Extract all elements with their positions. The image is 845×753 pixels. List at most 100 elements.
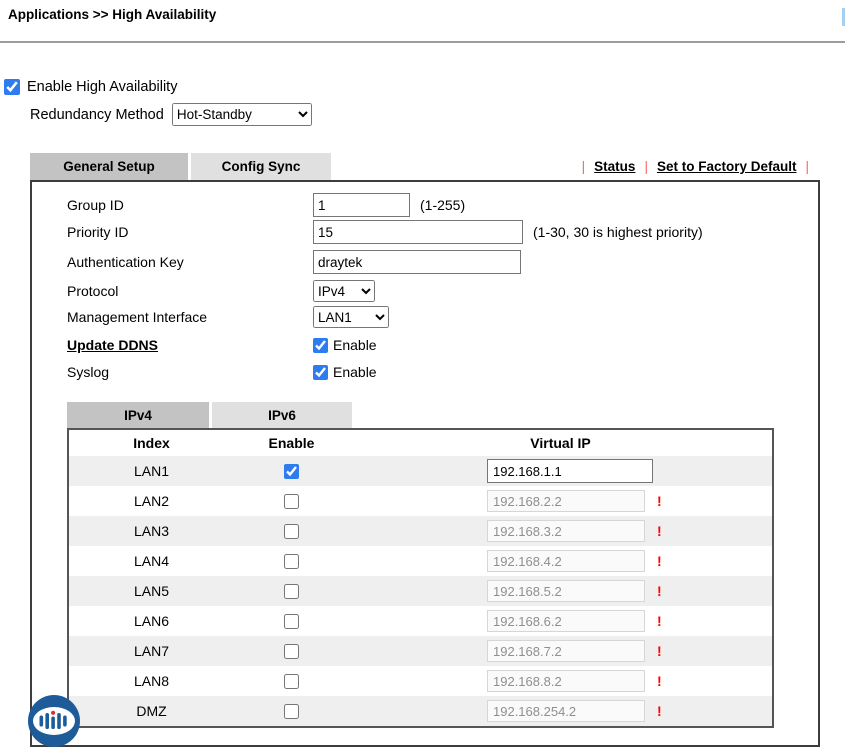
warning-mark: ! (657, 673, 662, 689)
syslog-label: Syslog (67, 364, 313, 380)
row-index-label: LAN4 (69, 546, 234, 576)
warning-mark: ! (657, 523, 662, 539)
table-row: DMZ! (69, 696, 772, 726)
row-enable-checkbox[interactable] (284, 674, 299, 689)
row-enable-checkbox[interactable] (284, 524, 299, 539)
tab-config-sync[interactable]: Config Sync (191, 153, 331, 180)
header-enable: Enable (234, 430, 349, 456)
syslog-enable-label: Enable (333, 364, 377, 380)
virtual-ip-input (487, 490, 645, 512)
row-enable-cell (234, 606, 349, 636)
table-row: LAN7! (69, 636, 772, 666)
row-enable-cell (234, 666, 349, 696)
row-enable-cell (234, 486, 349, 516)
pipe-separator: | (582, 159, 586, 174)
row-virtual-ip-cell: ! (349, 636, 772, 666)
virtual-ip-input (487, 610, 645, 632)
group-id-hint: (1-255) (420, 197, 465, 213)
management-interface-select[interactable]: LAN1 (313, 306, 389, 328)
virtual-ip-input[interactable] (487, 459, 653, 483)
row-virtual-ip-cell: ! (349, 696, 772, 726)
enable-high-availability-label: Enable High Availability (27, 79, 177, 95)
warning-mark: ! (657, 703, 662, 719)
warning-mark: ! (657, 553, 662, 569)
virtual-ip-input (487, 670, 645, 692)
update-ddns-enable-checkbox[interactable] (313, 338, 328, 353)
tab-general-setup[interactable]: General Setup (30, 153, 188, 180)
quick-links: | Status | Set to Factory Default | (573, 153, 818, 180)
group-id-label: Group ID (67, 197, 313, 213)
virtual-ip-input (487, 700, 645, 722)
group-id-input[interactable] (313, 193, 410, 217)
row-virtual-ip-cell: ! (349, 606, 772, 636)
virtual-ip-table: Index Enable Virtual IP LAN1LAN2!LAN3!LA… (67, 428, 774, 728)
row-enable-checkbox[interactable] (284, 494, 299, 509)
table-row: LAN8! (69, 666, 772, 696)
priority-id-label: Priority ID (67, 224, 313, 240)
row-index-label: LAN8 (69, 666, 234, 696)
virtual-ip-input (487, 520, 645, 542)
row-enable-checkbox[interactable] (284, 464, 299, 479)
virtual-ip-table-body: LAN1LAN2!LAN3!LAN4!LAN5!LAN6!LAN7!LAN8!D… (69, 456, 772, 726)
header-index: Index (69, 430, 234, 456)
row-enable-checkbox[interactable] (284, 614, 299, 629)
virtual-ip-table-header: Index Enable Virtual IP (69, 430, 772, 456)
row-virtual-ip-cell: ! (349, 576, 772, 606)
management-interface-label: Management Interface (67, 309, 313, 325)
pipe-separator: | (805, 159, 809, 174)
syslog-enable-checkbox[interactable] (313, 365, 328, 380)
row-virtual-ip-cell: ! (349, 486, 772, 516)
virtual-ip-input (487, 550, 645, 572)
row-enable-cell (234, 696, 349, 726)
row-index-label: LAN6 (69, 606, 234, 636)
row-enable-cell (234, 546, 349, 576)
tab-ipv4[interactable]: IPv4 (67, 402, 209, 428)
page: Applications >> High Availability Enable… (0, 0, 845, 753)
draytek-logo-icon (27, 694, 81, 748)
row-enable-cell (234, 576, 349, 606)
row-enable-checkbox[interactable] (284, 704, 299, 719)
row-virtual-ip-cell: ! (349, 666, 772, 696)
row-virtual-ip-cell: ! (349, 516, 772, 546)
virtual-ip-input (487, 580, 645, 602)
row-index-label: LAN5 (69, 576, 234, 606)
row-enable-checkbox[interactable] (284, 644, 299, 659)
row-index-label: DMZ (69, 696, 234, 726)
priority-id-hint: (1-30, 30 is highest priority) (533, 224, 703, 240)
table-row: LAN1 (69, 456, 772, 486)
update-ddns-link[interactable]: Update DDNS (67, 337, 313, 353)
breadcrumb: Applications >> High Availability (8, 7, 216, 22)
table-row: LAN6! (69, 606, 772, 636)
row-enable-cell (234, 516, 349, 546)
table-row: LAN2! (69, 486, 772, 516)
status-link[interactable]: Status (594, 159, 635, 174)
set-to-factory-default-link[interactable]: Set to Factory Default (657, 159, 797, 174)
authentication-key-label: Authentication Key (67, 254, 313, 270)
tab-ipv6[interactable]: IPv6 (212, 402, 352, 428)
table-row: LAN3! (69, 516, 772, 546)
redundancy-method-select[interactable]: Hot-Standby (172, 103, 312, 126)
row-index-label: LAN7 (69, 636, 234, 666)
row-enable-checkbox[interactable] (284, 584, 299, 599)
update-ddns-enable-label: Enable (333, 337, 377, 353)
warning-mark: ! (657, 583, 662, 599)
warning-mark: ! (657, 493, 662, 509)
row-enable-cell (234, 636, 349, 666)
row-enable-checkbox[interactable] (284, 554, 299, 569)
row-index-label: LAN1 (69, 456, 234, 486)
header-divider (0, 41, 845, 43)
enable-high-availability-checkbox[interactable] (4, 79, 20, 95)
warning-mark: ! (657, 643, 662, 659)
row-virtual-ip-cell: ! (349, 546, 772, 576)
row-index-label: LAN2 (69, 486, 234, 516)
row-enable-cell (234, 456, 349, 486)
virtual-ip-input (487, 640, 645, 662)
protocol-label: Protocol (67, 283, 313, 299)
general-setup-panel: Group ID (1-255) Priority ID (1-30, 30 i… (30, 180, 820, 747)
priority-id-input[interactable] (313, 220, 523, 244)
row-virtual-ip-cell (349, 456, 772, 486)
warning-mark: ! (657, 613, 662, 629)
authentication-key-input[interactable] (313, 250, 521, 274)
pipe-separator: | (644, 159, 648, 174)
protocol-select[interactable]: IPv4 (313, 280, 375, 302)
